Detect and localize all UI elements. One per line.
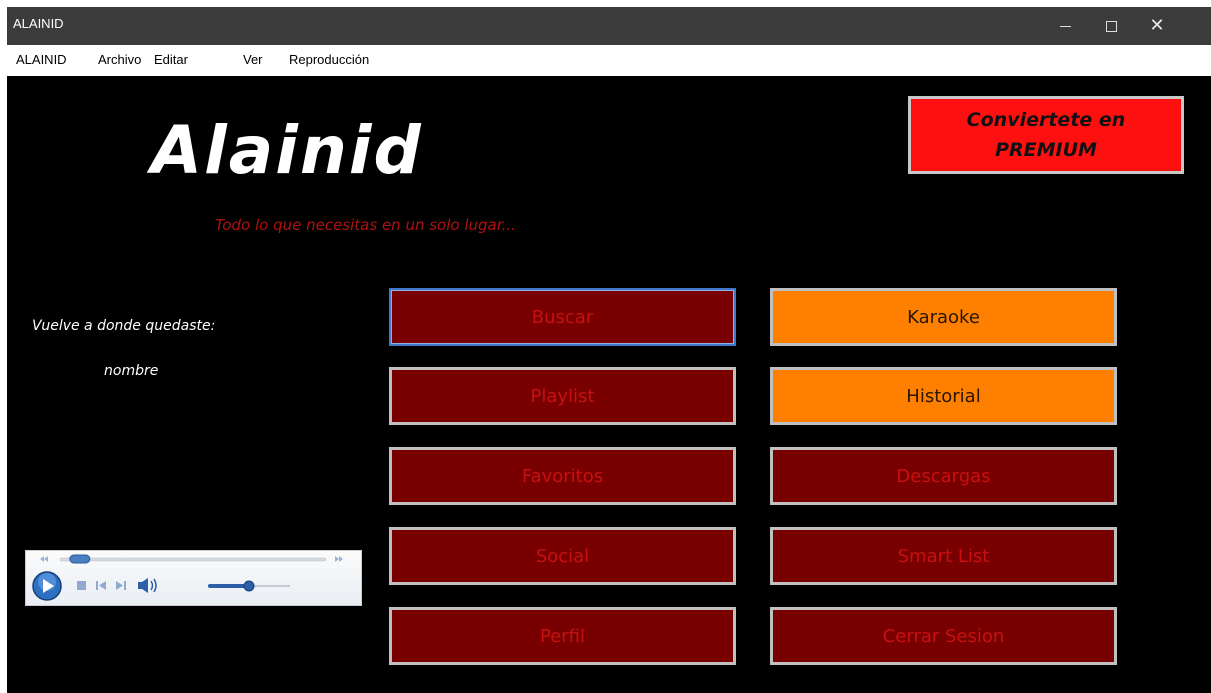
menu-bar: ALAINID Archivo Editar Ver Reproducción bbox=[7, 45, 1211, 77]
menu-editar[interactable]: Editar bbox=[154, 52, 188, 67]
menu-archivo[interactable]: Archivo bbox=[98, 52, 141, 67]
resume-label: Vuelve a donde quedaste: bbox=[32, 318, 216, 334]
app-tagline: Todo lo que necesitas en un solo lugar..… bbox=[215, 216, 516, 234]
menu-reproduccion[interactable]: Reproducción bbox=[289, 52, 369, 67]
volume-thumb[interactable] bbox=[243, 580, 255, 592]
menu-ver[interactable]: Ver bbox=[243, 52, 263, 67]
playlist-button[interactable]: Playlist bbox=[389, 367, 736, 425]
media-player-controls bbox=[32, 554, 343, 601]
maximize-icon bbox=[1105, 20, 1117, 32]
minimize-button[interactable] bbox=[1042, 7, 1088, 45]
maximize-button[interactable] bbox=[1088, 7, 1134, 45]
volume-icon[interactable] bbox=[138, 578, 157, 593]
resume-item-name[interactable]: nombre bbox=[104, 363, 158, 379]
title-bar: ALAINID ✕ bbox=[7, 7, 1211, 45]
media-player bbox=[25, 550, 362, 606]
buscar-button[interactable]: Buscar bbox=[389, 288, 736, 346]
previous-icon[interactable] bbox=[96, 581, 106, 590]
premium-button[interactable]: Conviertete en PREMIUM bbox=[908, 96, 1184, 174]
karaoke-button[interactable]: Karaoke bbox=[770, 288, 1117, 346]
play-button[interactable] bbox=[32, 571, 62, 601]
main-content: Alainid Todo lo que necesitas en un solo… bbox=[7, 76, 1211, 693]
stop-icon[interactable] bbox=[77, 581, 86, 590]
volume-fill bbox=[208, 584, 249, 588]
seek-track[interactable] bbox=[59, 557, 327, 562]
minimize-icon bbox=[1059, 25, 1071, 27]
cerrar-sesion-button[interactable]: Cerrar Sesion bbox=[770, 607, 1117, 665]
descargas-button[interactable]: Descargas bbox=[770, 447, 1117, 505]
perfil-button[interactable]: Perfil bbox=[389, 607, 736, 665]
seek-thumb[interactable] bbox=[69, 554, 91, 564]
menu-alainid[interactable]: ALAINID bbox=[16, 52, 67, 67]
social-button[interactable]: Social bbox=[389, 527, 736, 585]
historial-button[interactable]: Historial bbox=[770, 367, 1117, 425]
rewind-icon[interactable] bbox=[40, 556, 48, 562]
favoritos-button[interactable]: Favoritos bbox=[389, 447, 736, 505]
close-button[interactable]: ✕ bbox=[1134, 7, 1180, 45]
window-title: ALAINID bbox=[13, 16, 64, 31]
fast-forward-icon[interactable] bbox=[335, 556, 343, 562]
app-logo: Alainid bbox=[151, 112, 423, 189]
next-icon[interactable] bbox=[116, 581, 126, 590]
smart-list-button[interactable]: Smart List bbox=[770, 527, 1117, 585]
close-icon: ✕ bbox=[1149, 15, 1165, 36]
